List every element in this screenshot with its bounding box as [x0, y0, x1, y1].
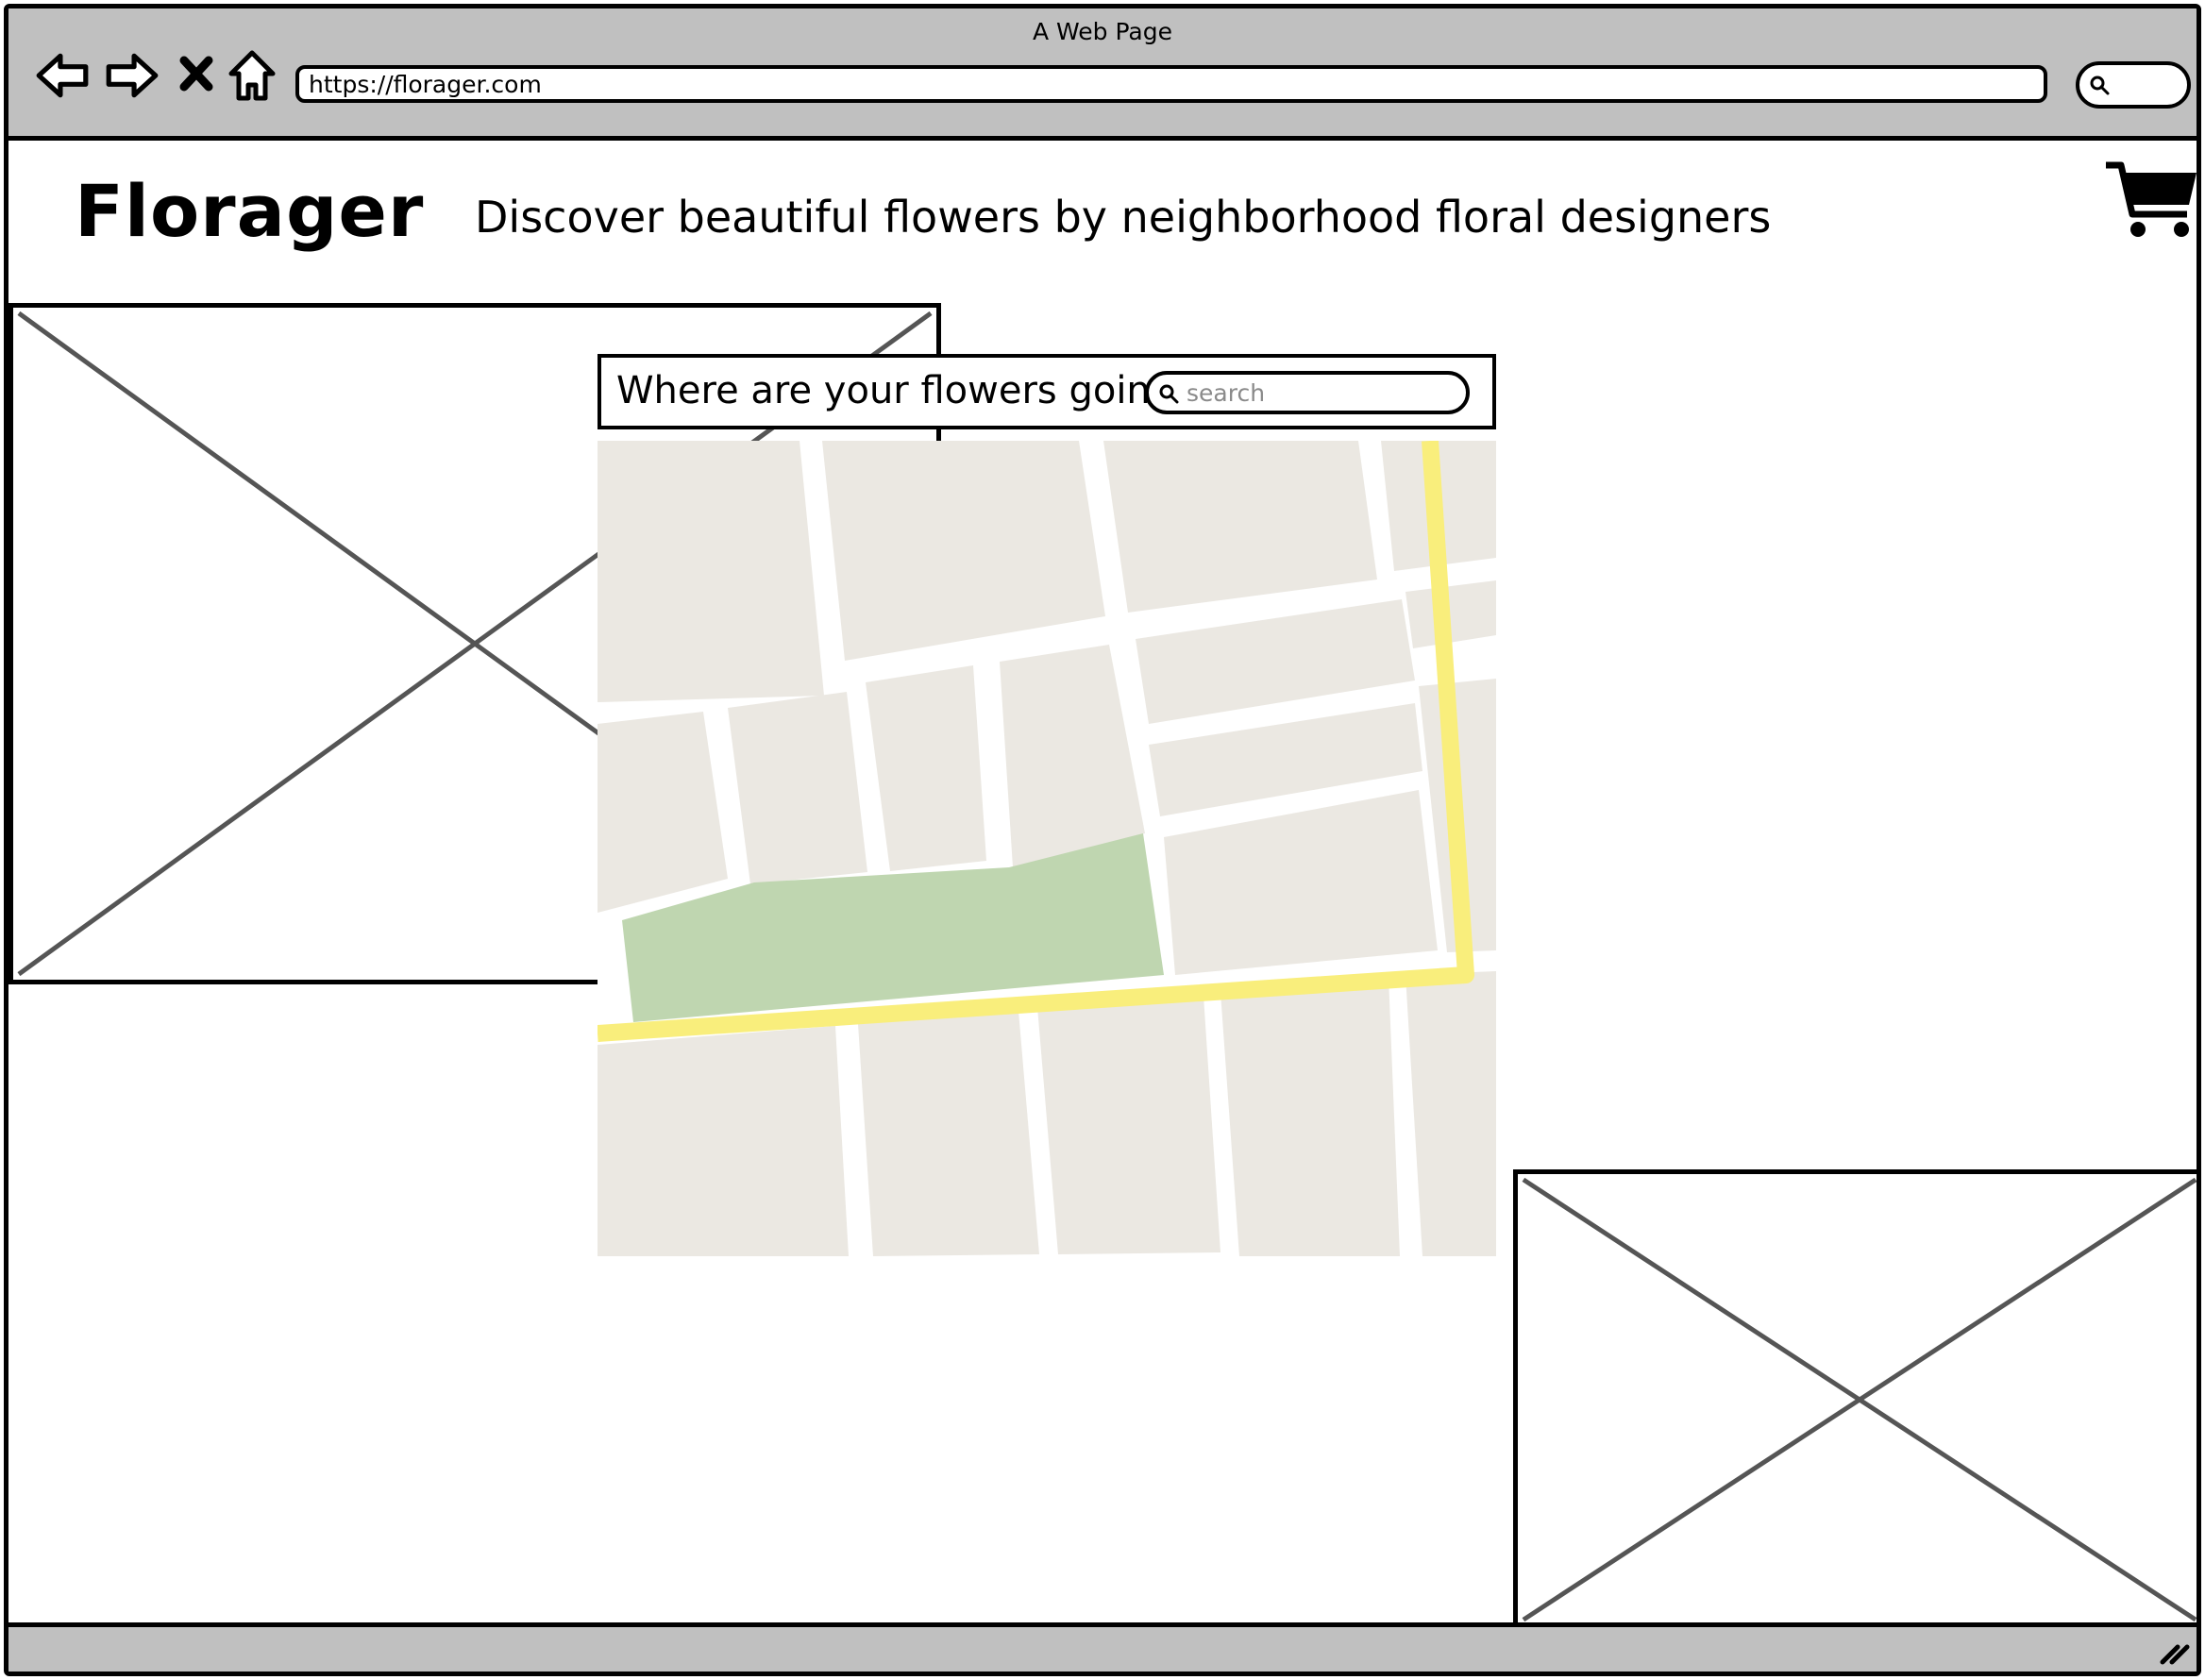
browser-search-field[interactable]	[2076, 61, 2191, 109]
search-icon	[2090, 76, 2110, 95]
window-title: A Web Page	[1032, 18, 1173, 45]
close-icon[interactable]	[175, 46, 218, 105]
site-logo[interactable]: Florager	[75, 169, 424, 253]
address-bar[interactable]: https://florager.com	[295, 65, 2047, 103]
destination-search-input[interactable]	[1185, 377, 1458, 409]
forward-arrow-icon[interactable]	[103, 46, 161, 105]
status-bar	[8, 1622, 2197, 1672]
home-icon[interactable]	[226, 46, 278, 105]
destination-question: Where are your flowers going?	[616, 369, 1195, 412]
destination-search-field[interactable]	[1145, 371, 1470, 414]
image-placeholder-icon	[1522, 1177, 2197, 1622]
site-tagline: Discover beautiful flowers by neighborho…	[475, 192, 1772, 243]
destination-search-panel: Where are your flowers going?	[598, 354, 1496, 429]
image-placeholder-right	[1513, 1169, 2197, 1630]
resize-grip-icon[interactable]	[2159, 1638, 2191, 1666]
neighborhood-map[interactable]	[598, 441, 1496, 1256]
browser-window: A Web Page https://florager.com Florager…	[4, 4, 2201, 1676]
shopping-cart-icon[interactable]	[2104, 160, 2197, 241]
search-icon	[1159, 384, 1179, 404]
browser-chrome: A Web Page https://florager.com	[8, 8, 2197, 141]
back-arrow-icon[interactable]	[33, 46, 92, 105]
